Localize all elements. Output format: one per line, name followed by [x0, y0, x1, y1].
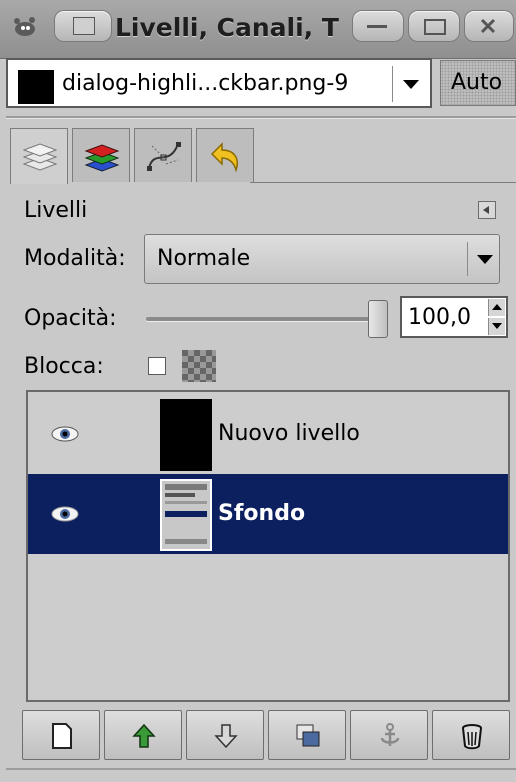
- raise-layer-button[interactable]: [104, 710, 182, 760]
- maximize-button[interactable]: [408, 10, 460, 42]
- delete-layer-button[interactable]: [432, 710, 510, 760]
- combo-separator: [467, 242, 468, 276]
- anchor-icon: [380, 723, 400, 746]
- anchor-layer-button[interactable]: [350, 710, 428, 760]
- layer-name[interactable]: Sfondo: [218, 499, 305, 529]
- auto-button[interactable]: Auto: [440, 60, 516, 106]
- window-titlebar[interactable]: Livelli, Canali, T: [0, 0, 516, 59]
- minimize-button[interactable]: [352, 10, 404, 42]
- panel-menu-button[interactable]: [478, 201, 496, 219]
- opacity-slider[interactable]: [146, 317, 372, 321]
- new-document-icon: [52, 723, 72, 749]
- chevron-down-icon: [403, 80, 419, 89]
- divider: [6, 768, 516, 770]
- opacity-spinbutton[interactable]: 100,0: [400, 296, 508, 338]
- layer-thumbnail: [160, 479, 212, 551]
- combo-separator: [392, 66, 393, 102]
- opacity-label: Opacità:: [24, 306, 117, 331]
- image-selector-combo[interactable]: dialog-highli...ckbar.png-9: [6, 58, 432, 108]
- window-title: Livelli, Canali, T: [115, 13, 339, 42]
- eye-icon[interactable]: [50, 504, 80, 524]
- spin-up-icon[interactable]: [488, 299, 505, 316]
- panel-title: Livelli: [24, 198, 88, 223]
- close-button[interactable]: [464, 10, 514, 42]
- layer-row[interactable]: Nuovo livello: [28, 394, 508, 474]
- app-wilber-icon[interactable]: [8, 12, 40, 40]
- dock-tabs: [10, 128, 516, 184]
- tab-layers[interactable]: [10, 128, 68, 184]
- lock-label: Blocca:: [24, 354, 104, 379]
- arrow-down-icon: [214, 724, 238, 749]
- close-icon: [480, 18, 496, 34]
- arrow-up-icon: [132, 723, 156, 748]
- layers-toolbar: [22, 710, 516, 762]
- window-menu-button[interactable]: [54, 10, 112, 42]
- channels-icon: [84, 144, 120, 172]
- trash-icon: [462, 724, 482, 750]
- image-thumbnail: [18, 70, 54, 104]
- paths-icon: [147, 142, 181, 171]
- layer-thumbnail: [160, 399, 212, 471]
- lock-alpha-checkbox[interactable]: [182, 350, 216, 382]
- tab-baseline: [250, 182, 516, 183]
- lower-layer-button[interactable]: [186, 710, 264, 760]
- screenshot-thumbnail-image: [162, 481, 210, 549]
- duplicate-icon: [296, 724, 320, 747]
- layers-list[interactable]: Nuovo livello Sfondo: [26, 390, 510, 702]
- divider: [6, 116, 516, 119]
- tab-undo-history[interactable]: [196, 128, 254, 182]
- mode-label: Modalità:: [24, 246, 126, 271]
- duplicate-layer-button[interactable]: [268, 710, 346, 760]
- mode-combo[interactable]: Normale: [144, 234, 500, 284]
- image-selector-value: dialog-highli...ckbar.png-9: [62, 71, 349, 96]
- undo-icon: [210, 142, 238, 173]
- layer-row-selected[interactable]: Sfondo: [28, 474, 508, 554]
- eye-icon[interactable]: [50, 424, 80, 444]
- new-layer-button[interactable]: [22, 710, 100, 760]
- lock-pixels-checkbox[interactable]: [148, 357, 166, 375]
- opacity-value: 100,0: [408, 305, 471, 330]
- opacity-slider-handle[interactable]: [368, 300, 388, 338]
- chevron-down-icon: [477, 255, 493, 264]
- tab-paths[interactable]: [134, 128, 192, 182]
- spin-down-icon[interactable]: [488, 318, 505, 335]
- layers-icon: [22, 143, 58, 171]
- tab-channels[interactable]: [72, 128, 130, 182]
- layer-name[interactable]: Nuovo livello: [218, 419, 360, 449]
- mode-value: Normale: [157, 246, 251, 271]
